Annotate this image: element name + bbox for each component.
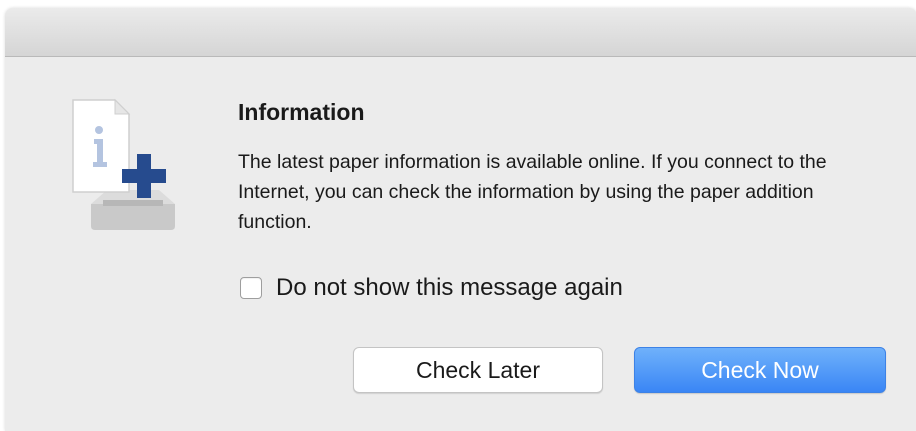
check-now-button[interactable]: Check Now [634,347,886,393]
check-later-button[interactable]: Check Later [353,347,603,393]
information-dialog: Information The latest paper information… [5,8,916,431]
dialog-message: The latest paper information is availabl… [238,151,827,233]
paper-info-add-icon [67,96,197,236]
do-not-show-again-label[interactable]: Do not show this message again [276,274,623,302]
dialog-titlebar[interactable] [5,8,916,57]
do-not-show-again-checkbox[interactable] [240,277,262,299]
do-not-show-again-option[interactable]: Do not show this message again [240,273,623,303]
dialog-title: Information [238,99,365,125]
